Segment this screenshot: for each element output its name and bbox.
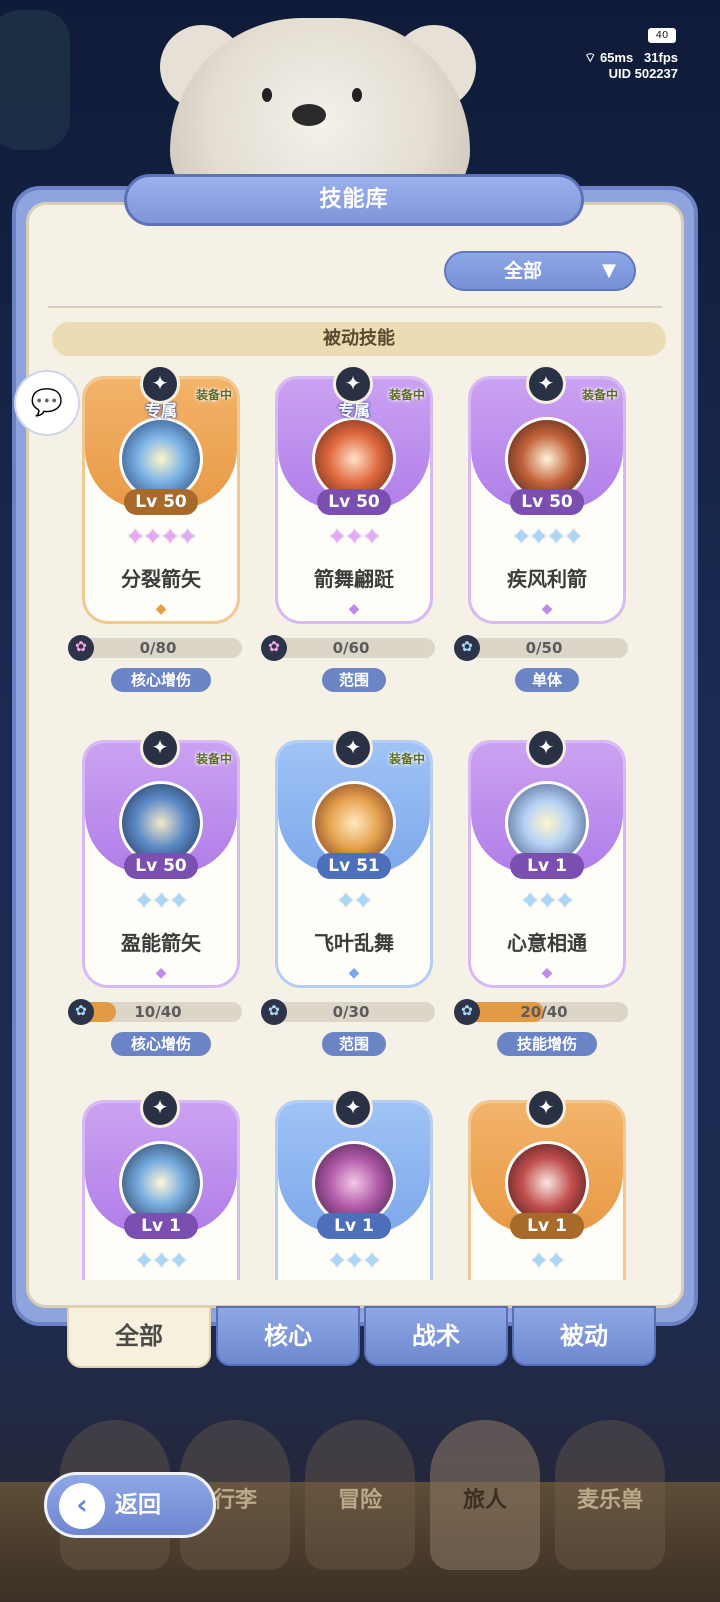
skill-gem-icon: ✦ <box>526 728 566 768</box>
nav-item-pets[interactable]: 麦乐兽 <box>555 1420 665 1570</box>
skill-gem-icon: ✦ <box>140 364 180 404</box>
tab-all[interactable]: 全部 <box>67 1306 211 1368</box>
diamond-icon: ◆ <box>155 601 167 617</box>
shard-icon: ✿ <box>68 635 94 661</box>
progress-text: 0/30 <box>332 1003 370 1021</box>
shard-icon: ✿ <box>261 999 287 1025</box>
skill-name: 疾风利箭 <box>507 567 587 591</box>
nav-item-traveler[interactable]: 旅人 <box>430 1420 540 1570</box>
tab-core[interactable]: 核心 <box>216 1306 360 1366</box>
skill-tag: 范围 <box>322 668 386 692</box>
skill-name: 飞叶乱舞 <box>314 931 394 955</box>
progress-bar: 0/30 <box>267 1002 435 1022</box>
skill-name: 心意相通 <box>507 931 587 955</box>
progress-bar: 0/60 <box>267 638 435 658</box>
progress-text: 0/50 <box>525 639 563 657</box>
nav-label: 旅人 <box>462 1488 507 1513</box>
progress-bar: 0/50 <box>460 638 628 658</box>
skill-name: 盈能箭矢 <box>121 931 201 955</box>
skill-tag: 单体 <box>515 668 579 692</box>
equipped-label: 装备中 <box>389 752 426 766</box>
skill-card[interactable]: 专属 Lv 50 ✦✦✦✦ 分裂箭矢 ◆ <box>82 376 240 624</box>
equipped-label: 装备中 <box>582 388 619 402</box>
progress-bar: 0/80 <box>74 638 242 658</box>
diamond-icon: ◆ <box>348 601 360 617</box>
skill-level: Lv 1 <box>510 1213 584 1239</box>
diamond-icon: ◆ <box>541 965 553 981</box>
equipped-label: 装备中 <box>389 388 426 402</box>
back-button[interactable]: ‹ 返回 <box>44 1472 216 1538</box>
skill-card[interactable]: 专属 Lv 50 ✦✦✦ 箭舞翩跹 ◆ <box>275 376 433 624</box>
shard-icon: ✿ <box>68 999 94 1025</box>
skill-gem-icon: ✦ <box>526 1088 566 1128</box>
skill-level: Lv 1 <box>317 1213 391 1239</box>
nav-label: 麦乐兽 <box>576 1488 643 1513</box>
skill-gem-icon: ✦ <box>333 1088 373 1128</box>
star-rating: ✦✦✦ <box>327 1249 381 1274</box>
skill-level: Lv 50 <box>510 489 584 515</box>
progress-bar: 10/40 <box>74 1002 242 1022</box>
star-rating: ✦✦✦ <box>134 1249 188 1274</box>
skill-card[interactable]: Lv 1 ✦✦✦ 心意相通 ◆ <box>468 740 626 988</box>
star-rating: ✦✦✦ <box>134 889 188 914</box>
nav-label: 冒险 <box>337 1488 382 1513</box>
nav-item-adventure[interactable]: 冒险 <box>305 1420 415 1570</box>
skill-gem-icon: ✦ <box>333 728 373 768</box>
star-rating: ✦✦ <box>336 889 373 914</box>
tab-tactics[interactable]: 战术 <box>364 1306 508 1366</box>
skill-name: 分裂箭矢 <box>121 567 201 591</box>
star-rating: ✦✦ <box>529 1249 566 1274</box>
skill-level: Lv 50 <box>124 853 198 879</box>
skill-tag: 范围 <box>322 1032 386 1056</box>
skill-name: 箭舞翩跹 <box>314 567 394 591</box>
skill-tag: 技能增伤 <box>497 1032 597 1056</box>
skill-card[interactable]: Lv 50 ✦✦✦✦ 疾风利箭 ◆ <box>468 376 626 624</box>
skill-level: Lv 50 <box>317 489 391 515</box>
progress-text: 0/60 <box>332 639 370 657</box>
skill-card[interactable]: Lv 50 ✦✦✦ 盈能箭矢 ◆ <box>82 740 240 988</box>
skill-card[interactable]: Lv 51 ✦✦ 飞叶乱舞 ◆ <box>275 740 433 988</box>
skill-gem-icon: ✦ <box>333 364 373 404</box>
shard-icon: ✿ <box>454 999 480 1025</box>
progress-bar: 20/40 <box>460 1002 628 1022</box>
star-rating: ✦✦✦ <box>327 525 381 550</box>
star-rating: ✦✦✦✦ <box>126 525 197 550</box>
skill-level: Lv 51 <box>317 853 391 879</box>
star-rating: ✦✦✦ <box>520 889 574 914</box>
shard-icon: ✿ <box>454 635 480 661</box>
skill-level: Lv 50 <box>124 489 198 515</box>
diamond-icon: ◆ <box>541 601 553 617</box>
progress-text: 0/80 <box>139 639 177 657</box>
equipped-label: 装备中 <box>196 388 233 402</box>
skill-level: Lv 1 <box>124 1213 198 1239</box>
skill-tag: 核心增伤 <box>111 1032 211 1056</box>
skill-tag: 核心增伤 <box>111 668 211 692</box>
diamond-icon: ◆ <box>348 965 360 981</box>
progress-text: 20/40 <box>520 1003 568 1021</box>
skill-gem-icon: ✦ <box>140 728 180 768</box>
star-rating: ✦✦✦✦ <box>512 525 583 550</box>
skill-card-grid: 专属 Lv 50 ✦✦✦✦ 分裂箭矢 ◆ ✦ 装备中 0/80 ✿ 核心增伤 专属 Lv 50 ✦✦✦ 箭… <box>0 0 720 1280</box>
shard-icon: ✿ <box>261 635 287 661</box>
back-arrow-icon: ‹ <box>59 1483 105 1529</box>
progress-text: 10/40 <box>134 1003 182 1021</box>
diamond-icon: ◆ <box>155 965 167 981</box>
equipped-label: 装备中 <box>196 752 233 766</box>
skill-gem-icon: ✦ <box>526 364 566 404</box>
tab-passive[interactable]: 被动 <box>512 1306 656 1366</box>
skill-gem-icon: ✦ <box>140 1088 180 1128</box>
back-label: 返回 <box>115 1492 161 1518</box>
skill-level: Lv 1 <box>510 853 584 879</box>
